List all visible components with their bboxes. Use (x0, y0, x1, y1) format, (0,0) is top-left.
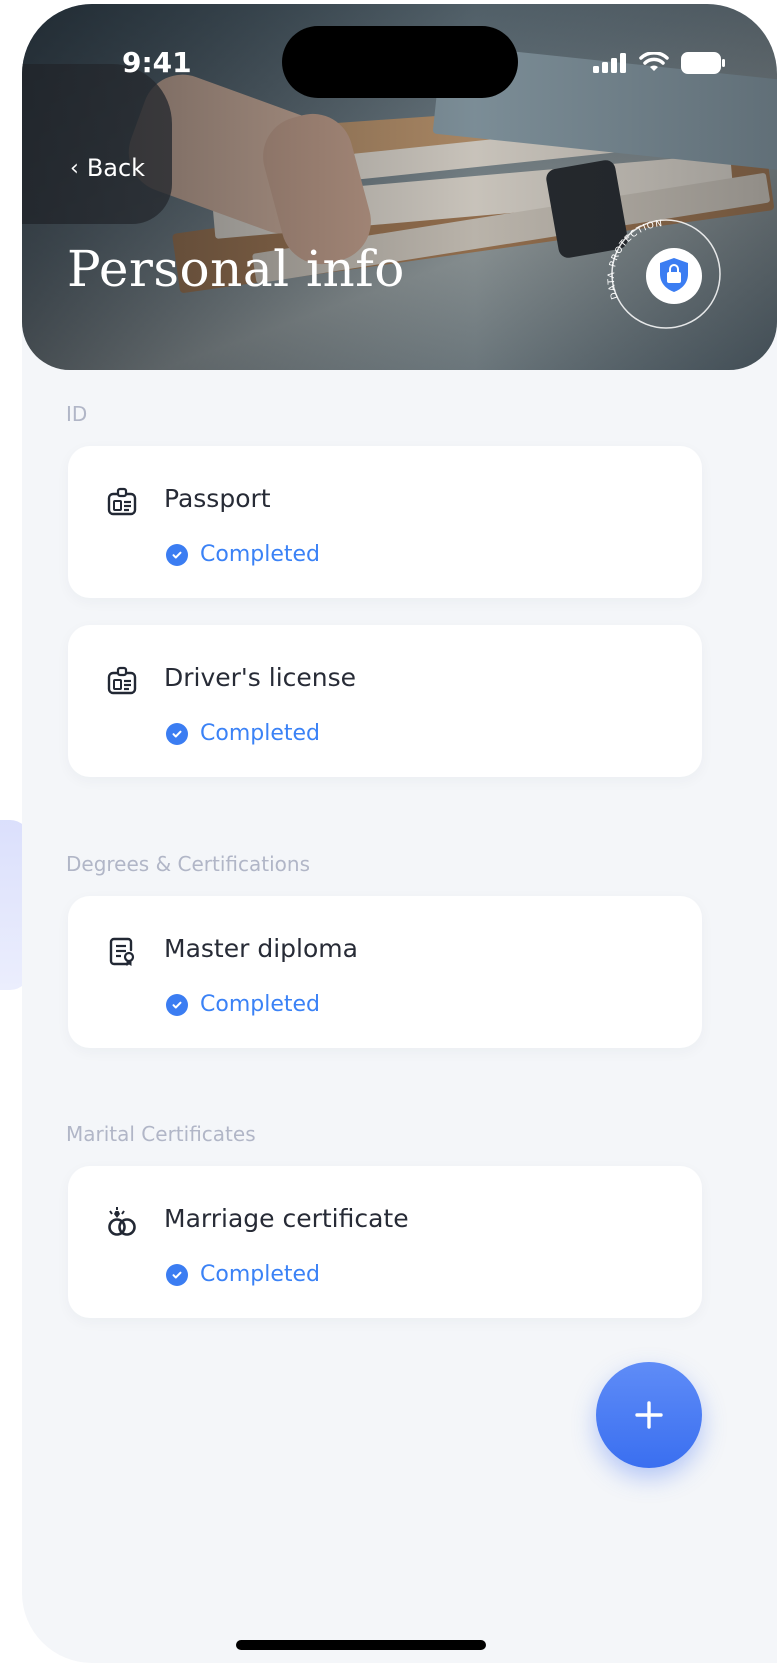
plus-icon (635, 1401, 663, 1429)
check-circle-icon (166, 543, 188, 566)
check-circle-icon (166, 722, 188, 745)
data-protection-badge[interactable]: DATA PROTECTION (604, 212, 728, 336)
section-label-id: ID (66, 402, 88, 426)
status-time: 9:41 (122, 46, 192, 79)
status-text: Completed (200, 1262, 320, 1287)
header-image: 9:41 ‹ Back Personal info DATA PROTECTIO… (22, 4, 777, 370)
back-label: Back (86, 154, 146, 182)
rings-icon (108, 1207, 136, 1236)
document-card-marriage-certificate[interactable]: Marriage certificate Completed (68, 1166, 702, 1318)
status-badge: Completed (166, 542, 320, 567)
document-card-passport[interactable]: Passport Completed (68, 446, 702, 598)
page-title: Personal info (67, 240, 405, 298)
section-label-marital: Marital Certificates (66, 1122, 256, 1146)
document-card-drivers-license[interactable]: Driver's license Completed (68, 625, 702, 777)
phone-screen: 9:41 ‹ Back Personal info DATA PROTECTIO… (22, 4, 777, 1663)
status-icons (593, 50, 725, 76)
check-circle-icon (166, 993, 188, 1016)
status-text: Completed (200, 992, 320, 1017)
document-name: Master diploma (164, 934, 358, 963)
status-text: Completed (200, 542, 320, 567)
cellular-signal-icon (593, 53, 626, 73)
section-label-degrees: Degrees & Certifications (66, 852, 310, 876)
back-button[interactable]: ‹ Back (70, 154, 145, 182)
certificate-icon (109, 937, 135, 966)
document-card-master-diploma[interactable]: Master diploma Completed (68, 896, 702, 1048)
wifi-icon (639, 52, 669, 71)
status-badge: Completed (166, 992, 320, 1017)
status-badge: Completed (166, 721, 320, 746)
status-badge: Completed (166, 1262, 320, 1287)
document-name: Driver's license (164, 663, 357, 692)
battery-icon (681, 52, 725, 74)
document-name: Passport (164, 484, 271, 513)
check-circle-icon (166, 1263, 188, 1286)
id-card-icon (107, 666, 137, 695)
id-card-icon (107, 487, 137, 516)
add-document-button[interactable] (596, 1362, 702, 1468)
document-name: Marriage certificate (164, 1204, 409, 1233)
chevron-left-icon: ‹ (70, 155, 79, 181)
home-indicator[interactable] (236, 1640, 486, 1650)
dynamic-island (282, 26, 518, 98)
status-text: Completed (200, 721, 320, 746)
